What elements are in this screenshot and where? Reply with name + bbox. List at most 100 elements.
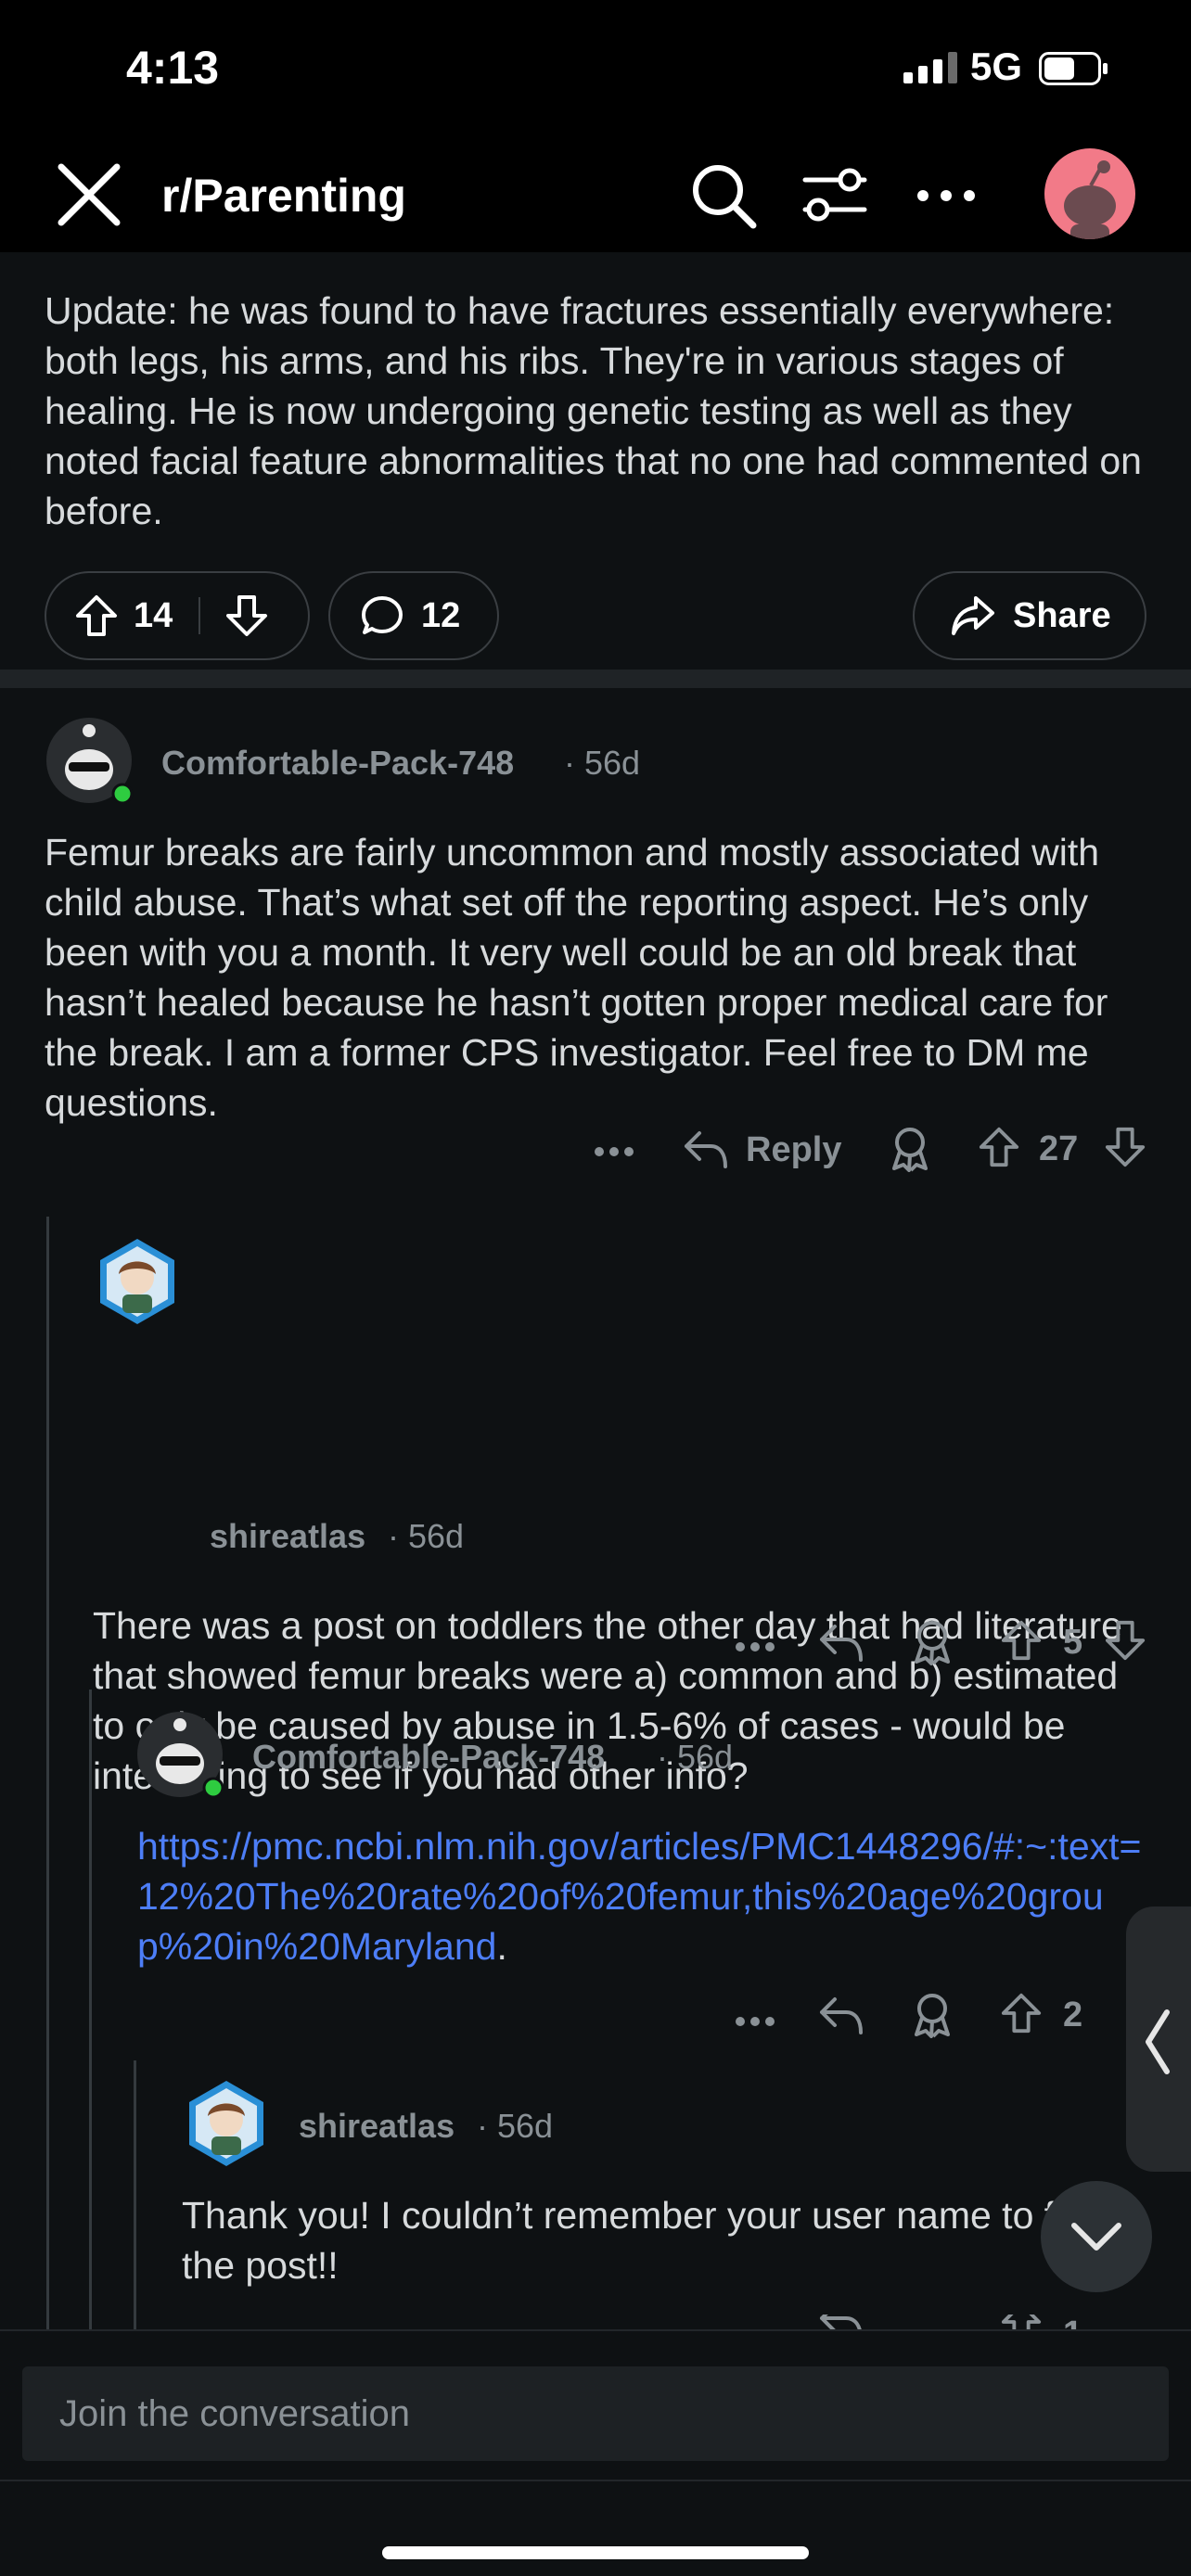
comment-more-button[interactable]: [594, 1146, 634, 1157]
comment-more-button[interactable]: [735, 2016, 775, 2027]
signal-icon: [903, 52, 957, 83]
reply-button[interactable]: [818, 2315, 864, 2329]
comment-avatar[interactable]: [135, 1710, 224, 1799]
comment-body: https://pmc.ncbi.nlm.nih.gov/articles/PM…: [137, 1821, 1148, 1971]
reply-arrow-icon: [820, 1625, 863, 1662]
snoo-sunglasses-avatar-icon: [137, 1712, 224, 1799]
upvote-icon: [76, 595, 117, 636]
comment-age: · 56d: [388, 1517, 465, 1555]
reply-button[interactable]: [818, 1996, 864, 2036]
comment-bubble-icon: [362, 596, 403, 634]
link-suffix: .: [496, 1925, 507, 1968]
comment-author[interactable]: Comfortable-Pack-748: [252, 1738, 605, 1777]
reply-arrow-icon: [685, 1131, 727, 1168]
upvote-icon: [1001, 1620, 1042, 1661]
comment-age-value: 56d: [408, 1517, 465, 1555]
more-options-button[interactable]: [909, 163, 983, 228]
share-label: Share: [1013, 595, 1111, 635]
composer-bar: [0, 2329, 1191, 2576]
home-indicator[interactable]: [382, 2546, 809, 2559]
reply-label: Reply: [746, 1129, 842, 1169]
downvote-icon: [1105, 1620, 1146, 1661]
thread-line[interactable]: [89, 1690, 92, 2329]
comments-count-button[interactable]: 12: [328, 571, 499, 660]
comment-age: · 56d: [657, 1738, 734, 1776]
comment-downvote-button[interactable]: [1104, 1126, 1146, 1168]
award-icon: [915, 1621, 950, 1665]
comment-body: Femur breaks are fairly uncommon and mos…: [45, 831, 1108, 1124]
bottom-divider: [0, 2480, 1191, 2481]
post-separator: [0, 670, 1191, 688]
comment-age-value: 56d: [677, 1738, 734, 1776]
search-icon: [693, 165, 757, 229]
comment-score: 1: [1063, 2315, 1082, 2329]
comment-score: 5: [1063, 1623, 1083, 1662]
comment-more-button[interactable]: [735, 1641, 775, 1652]
downvote-button[interactable]: [224, 593, 269, 638]
thread-line[interactable]: [46, 1217, 49, 2329]
filter-button[interactable]: [798, 163, 872, 228]
subreddit-title[interactable]: r/Parenting: [161, 169, 406, 223]
award-button[interactable]: [911, 1619, 954, 1665]
comment-author[interactable]: Comfortable-Pack-748: [161, 744, 514, 783]
chevron-down-icon: [1071, 2223, 1121, 2251]
close-icon: [58, 163, 121, 226]
comment-age-value: 56d: [584, 744, 641, 782]
comment-age: · 56d: [564, 744, 641, 782]
comment-downvote-button[interactable]: [1104, 1619, 1146, 1662]
comment-upvote-button[interactable]: [1000, 2315, 1043, 2329]
next-comment-button[interactable]: [1041, 2181, 1152, 2292]
upvote-button[interactable]: [74, 593, 119, 638]
comment-upvote-button[interactable]: [978, 1126, 1020, 1168]
upvote-icon: [979, 1127, 1019, 1167]
upvote-icon: [1001, 2315, 1042, 2329]
comment-upvote-button[interactable]: [1000, 1992, 1043, 2034]
chevron-left-icon: [1146, 2009, 1170, 2074]
comment-author[interactable]: shireatlas: [299, 2107, 455, 2146]
snoo-sunglasses-avatar-icon: [46, 718, 134, 805]
side-drawer-tab[interactable]: [1126, 1906, 1191, 2172]
comment-avatar[interactable]: [45, 716, 134, 805]
comment-score: 2: [1063, 1996, 1083, 2034]
comment-age-value: 56d: [497, 2107, 554, 2145]
status-time: 4:13: [126, 42, 220, 94]
vote-divider: [198, 597, 201, 634]
snoo-hexagon-avatar-icon: [100, 1239, 174, 1324]
filter-sliders-icon: [802, 168, 867, 222]
more-dots-icon: [736, 2017, 775, 2026]
reply-arrow-icon: [820, 1997, 863, 2034]
status-bar: 4:13 5G: [0, 0, 1191, 139]
network-label: 5G: [970, 45, 1023, 88]
join-conversation-input[interactable]: [22, 2366, 1169, 2461]
search-button[interactable]: [686, 163, 761, 229]
thread-line[interactable]: [134, 2060, 136, 2329]
share-button[interactable]: Share: [913, 571, 1146, 660]
comment-body: Thank you! I couldn’t remember your user…: [182, 2194, 1106, 2287]
comment-avatar[interactable]: [182, 2079, 271, 2168]
user-avatar[interactable]: [1044, 148, 1135, 239]
battery-icon: [1039, 52, 1108, 85]
downvote-icon: [226, 595, 268, 636]
comment-link[interactable]: https://pmc.ncbi.nlm.nih.gov/articles/PM…: [137, 1825, 1142, 1968]
snoo-hexagon-avatar-icon: [189, 2081, 263, 2166]
reply-arrow-icon: [820, 2315, 862, 2329]
award-button[interactable]: [889, 1126, 931, 1172]
reply-button[interactable]: Reply: [683, 1129, 841, 1170]
close-button[interactable]: [52, 163, 126, 228]
reply-button[interactable]: [818, 1623, 864, 1664]
upvote-icon: [1001, 1993, 1042, 2034]
share-icon: [952, 596, 994, 635]
snoo-avatar-icon: [1064, 160, 1116, 239]
comment-age: · 56d: [477, 2107, 554, 2145]
comment-upvote-button[interactable]: [1000, 1619, 1043, 1662]
comment-avatar[interactable]: [93, 1237, 182, 1326]
more-dots-icon: [917, 190, 975, 201]
downvote-icon: [1105, 1127, 1146, 1167]
award-icon: [915, 1994, 950, 2038]
post-vote-count: 14: [134, 595, 173, 635]
more-dots-icon: [595, 1147, 634, 1156]
award-button[interactable]: [911, 1992, 954, 2038]
comment-author[interactable]: shireatlas: [210, 1517, 365, 1556]
comment-score: 27: [1039, 1129, 1079, 1168]
award-icon: [892, 1128, 928, 1172]
